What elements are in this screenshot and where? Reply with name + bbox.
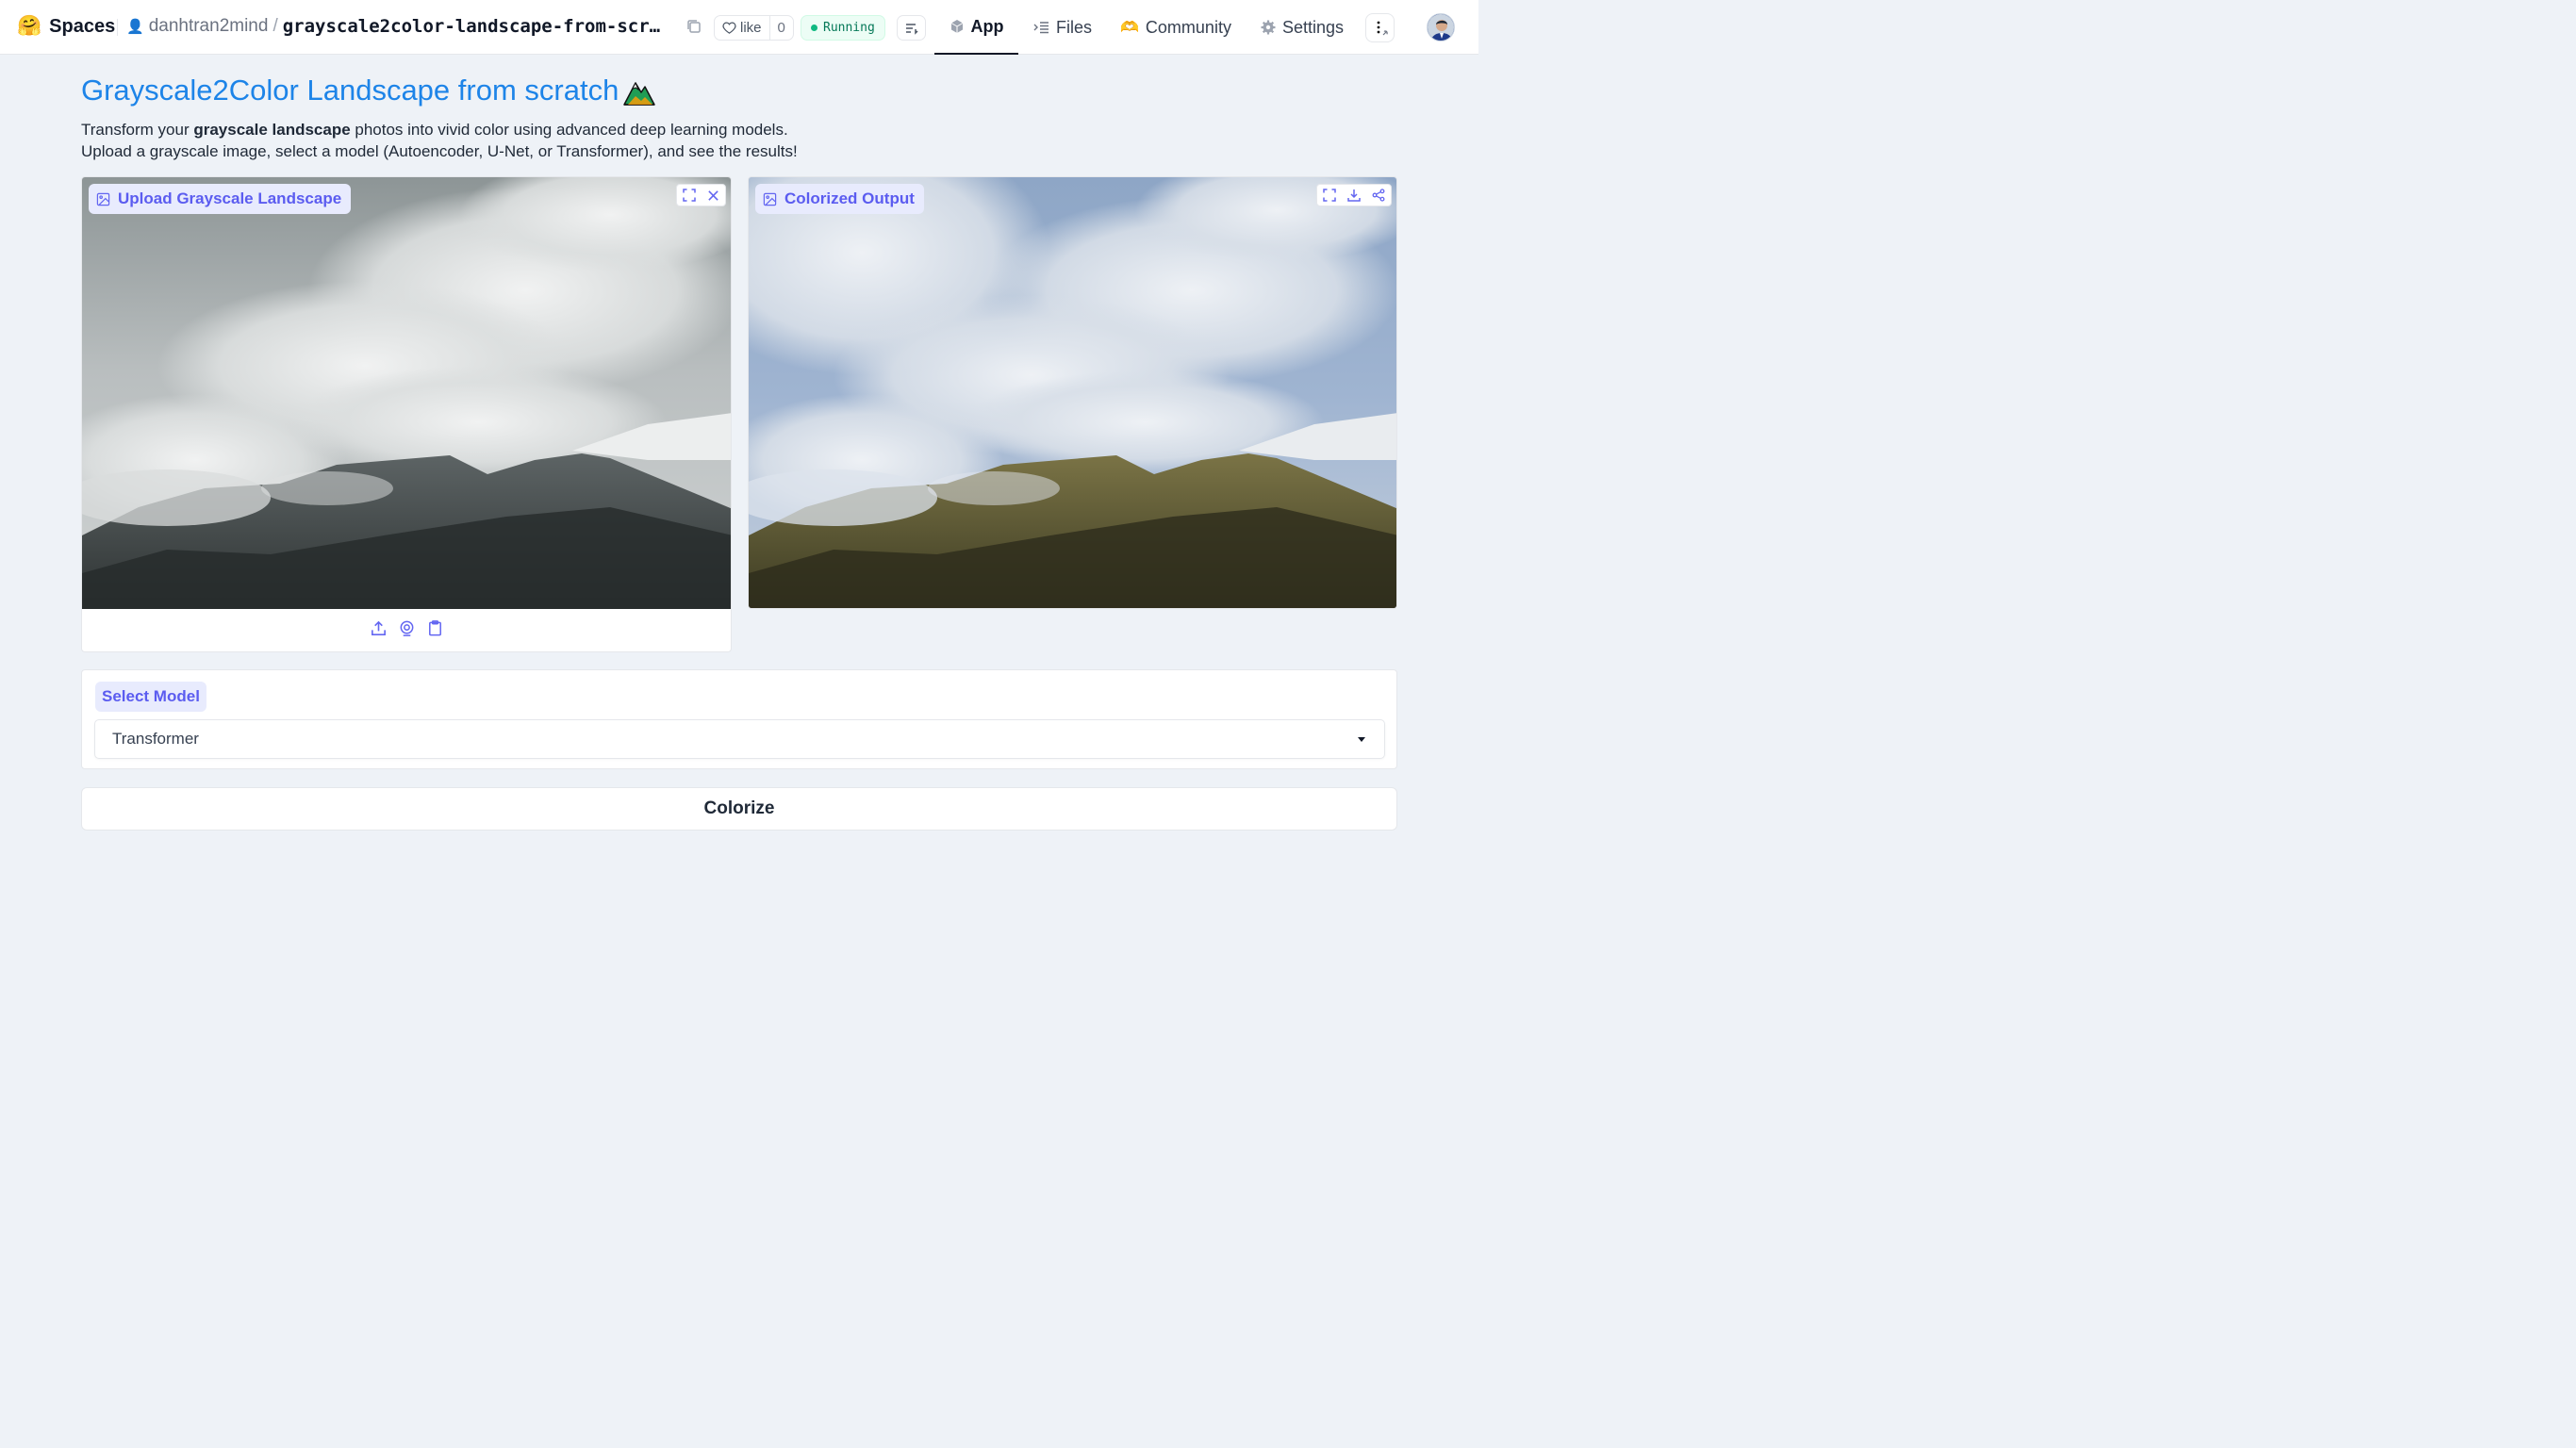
status-label: Running — [823, 21, 875, 35]
model-select-label: Select Model — [95, 682, 206, 712]
output-label-text: Colorized Output — [784, 189, 915, 207]
model-dropdown[interactable]: Transformer — [94, 719, 1385, 759]
user-avatar-icon — [1428, 14, 1454, 41]
output-image-panel: Colorized Output — [748, 176, 1397, 609]
input-label-text: Upload Grayscale Landscape — [118, 189, 342, 207]
community-icon: 🫶 — [1120, 20, 1139, 36]
description-line-1: Transform your grayscale landscape photo… — [81, 119, 798, 140]
close-icon — [708, 189, 718, 201]
more-options-button[interactable] — [1365, 13, 1395, 42]
share-icon — [1372, 189, 1385, 202]
tab-files[interactable]: Files — [1033, 0, 1092, 55]
model-selected-value: Transformer — [112, 730, 199, 748]
breadcrumb: 👤 danhtran2mind / grayscale2color-landsc… — [126, 16, 673, 37]
divider — [117, 19, 118, 36]
upload-icon — [371, 620, 386, 635]
logs-button[interactable] — [897, 15, 926, 41]
input-tools — [676, 184, 726, 206]
like-button[interactable]: like 0 — [714, 15, 794, 41]
fullscreen-button[interactable] — [677, 185, 702, 206]
owner-link[interactable]: danhtran2mind — [149, 16, 269, 37]
tab-community[interactable]: 🫶 Community — [1120, 0, 1231, 55]
output-image-label: Colorized Output — [755, 184, 924, 214]
page-title: Grayscale2Color Landscape from scratch — [81, 74, 656, 107]
webcam-icon — [400, 620, 413, 636]
logs-icon — [905, 23, 918, 35]
download-button[interactable] — [1342, 185, 1366, 206]
input-image-panel: Upload Grayscale Landscape — [81, 176, 732, 652]
desc-bold-text: grayscale landscape — [193, 121, 351, 139]
webcam-source-button[interactable] — [398, 619, 416, 642]
description-line-2: Upload a grayscale image, select a model… — [81, 142, 798, 160]
clear-image-button[interactable] — [702, 185, 726, 206]
tab-label: App — [970, 16, 1004, 36]
title-text: Grayscale2Color Landscape from scratch — [81, 74, 619, 107]
output-image — [749, 177, 1396, 608]
output-tools — [1316, 184, 1392, 206]
upload-source-button[interactable] — [370, 619, 388, 642]
download-icon — [1347, 189, 1361, 202]
kebab-menu-icon — [1377, 21, 1388, 35]
input-image-dropzone[interactable] — [82, 177, 731, 609]
heart-icon — [722, 22, 736, 34]
breadcrumb-separator: / — [272, 16, 278, 36]
image-icon — [96, 192, 110, 206]
like-count: 0 — [777, 20, 785, 36]
spaces-home-link[interactable]: 🤗 Spaces — [17, 15, 115, 38]
hugging-face-logo-icon: 🤗 — [17, 15, 42, 37]
status-dot-icon — [811, 25, 817, 31]
fullscreen-icon — [683, 189, 696, 202]
brand-label: Spaces — [49, 15, 116, 37]
fullscreen-icon — [1323, 189, 1336, 202]
tab-label: Settings — [1282, 17, 1345, 37]
share-button[interactable] — [1366, 185, 1391, 206]
copy-repo-name-button[interactable] — [685, 17, 705, 38]
clipboard-icon — [428, 620, 441, 636]
caret-down-icon — [1358, 737, 1365, 742]
grayscale-landscape-image — [82, 177, 731, 609]
image-source-bar — [82, 609, 731, 651]
desc-text: Transform your — [81, 121, 194, 139]
input-image-label: Upload Grayscale Landscape — [89, 184, 352, 214]
fullscreen-button[interactable] — [1317, 185, 1342, 206]
colorize-button[interactable]: Colorize — [81, 787, 1397, 831]
desc-text: photos into vivid color using advanced d… — [350, 121, 788, 139]
copy-icon — [687, 20, 701, 33]
image-icon — [763, 192, 777, 206]
gear-icon — [1261, 20, 1276, 35]
page-description: Transform your grayscale landscape photo… — [81, 119, 798, 162]
model-select-block: Select Model Transformer — [81, 669, 1397, 769]
colorized-landscape-image — [749, 177, 1396, 608]
files-icon — [1033, 22, 1049, 34]
mountain-emoji-icon — [623, 81, 656, 106]
like-label: like — [740, 20, 762, 36]
tab-label: Community — [1145, 17, 1231, 37]
repo-link[interactable]: grayscale2color-landscape-from-scr… — [283, 16, 673, 37]
tab-settings[interactable]: Settings — [1261, 0, 1344, 55]
cube-icon — [950, 20, 963, 33]
clipboard-source-button[interactable] — [426, 619, 444, 642]
top-navbar: 🤗 Spaces 👤 danhtran2mind / grayscale2col… — [0, 0, 1478, 55]
tab-label: Files — [1056, 17, 1093, 37]
status-badge[interactable]: Running — [801, 15, 885, 41]
tab-app[interactable]: App — [934, 0, 1018, 55]
owner-avatar-icon: 👤 — [126, 19, 144, 35]
user-avatar[interactable] — [1427, 13, 1455, 41]
